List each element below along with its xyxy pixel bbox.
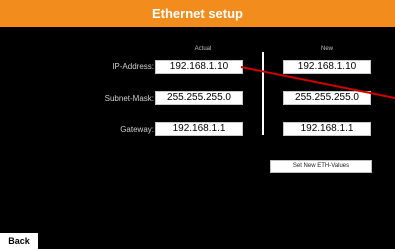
gateway-new-field[interactable]: 192.168.1.1: [283, 122, 371, 136]
ip-address-actual-field: 192.168.1.10: [155, 60, 243, 74]
page-title: Ethernet setup: [151, 6, 243, 21]
column-header-actual: Actual: [194, 46, 212, 52]
subnet-mask-new-field[interactable]: 255.255.255.0: [283, 91, 371, 105]
subnet-mask-label: Subnet-Mask:: [104, 94, 154, 103]
column-divider: [262, 52, 264, 135]
title-bar: Ethernet setup: [0, 0, 395, 27]
subnet-mask-actual-field: 255.255.255.0: [155, 91, 243, 105]
ethernet-setup-screen: Ethernet setup Actual New IP-Address: 19…: [0, 0, 395, 249]
ip-address-new-field[interactable]: 192.168.1.10: [283, 60, 371, 74]
column-header-new: New: [320, 46, 333, 52]
set-new-eth-values-button[interactable]: Set New ETH-Values: [270, 160, 372, 173]
ip-address-label: IP-Address:: [112, 62, 154, 71]
gateway-label: Gateway:: [120, 125, 154, 134]
gateway-actual-field: 192.168.1.1: [155, 122, 243, 136]
back-button[interactable]: Back: [0, 233, 38, 249]
